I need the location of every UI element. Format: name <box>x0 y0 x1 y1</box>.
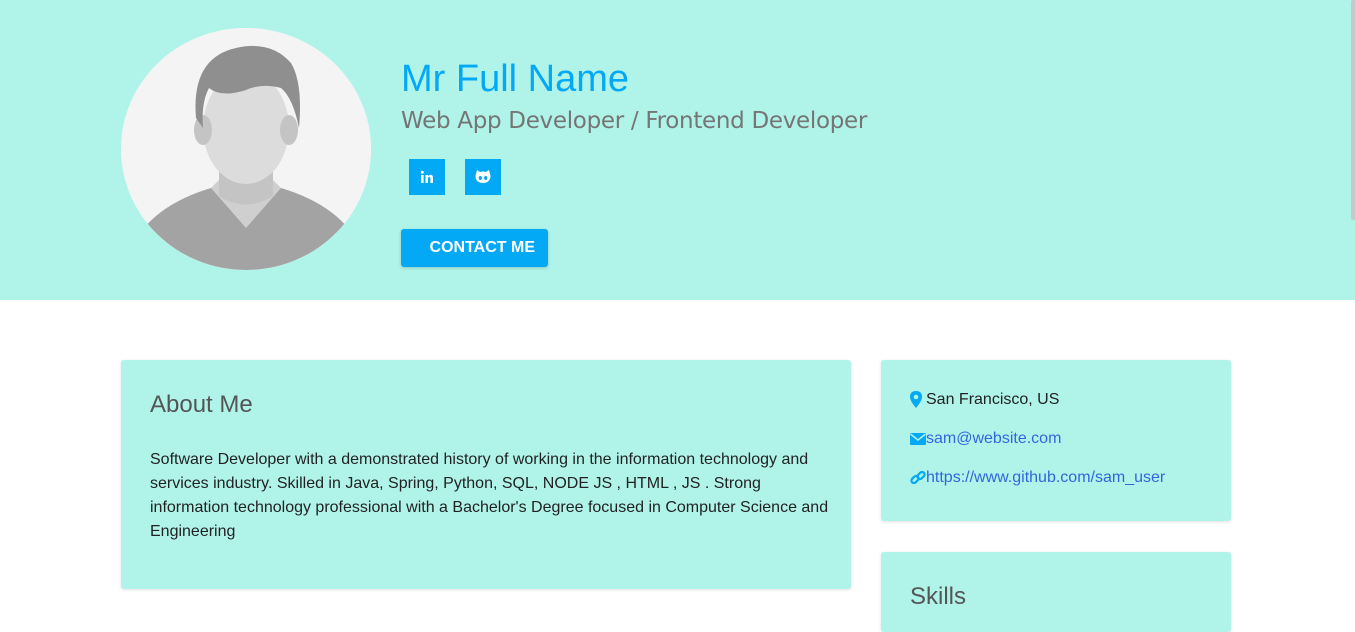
profile-title: Web App Developer / Frontend Developer <box>401 108 868 134</box>
contact-info-card: San Francisco, US sam@website.com https:… <box>881 360 1231 521</box>
profile-header: Mr Full Name Web App Developer / Fronten… <box>0 0 1355 300</box>
avatar-silhouette-icon <box>121 28 371 270</box>
map-marker-icon <box>910 391 926 409</box>
about-card: About Me Software Developer with a demon… <box>121 360 851 589</box>
location-text: San Francisco, US <box>926 391 1060 408</box>
linkedin-icon <box>420 170 433 183</box>
github-button[interactable] <box>465 159 501 195</box>
about-text: Software Developer with a demonstrated h… <box>150 451 829 540</box>
link-icon <box>910 469 926 487</box>
avatar <box>121 28 371 270</box>
profile-name: Mr Full Name <box>401 58 630 100</box>
about-heading: About Me <box>150 391 253 418</box>
linkedin-button[interactable] <box>409 159 445 195</box>
website-link[interactable]: https://www.github.com/sam_user <box>926 469 1165 487</box>
skills-heading: Skills <box>910 583 967 610</box>
email-row: sam@website.com <box>910 430 1061 448</box>
website-row: https://www.github.com/sam_user <box>910 469 1165 487</box>
contact-me-button[interactable]: CONTACT ME <box>401 229 548 267</box>
github-icon <box>475 170 491 183</box>
scrollbar[interactable] <box>1351 0 1355 220</box>
email-link[interactable]: sam@website.com <box>926 430 1061 448</box>
envelope-icon <box>910 430 926 448</box>
location-row: San Francisco, US <box>910 391 1059 409</box>
skills-card: Skills <box>881 552 1231 632</box>
